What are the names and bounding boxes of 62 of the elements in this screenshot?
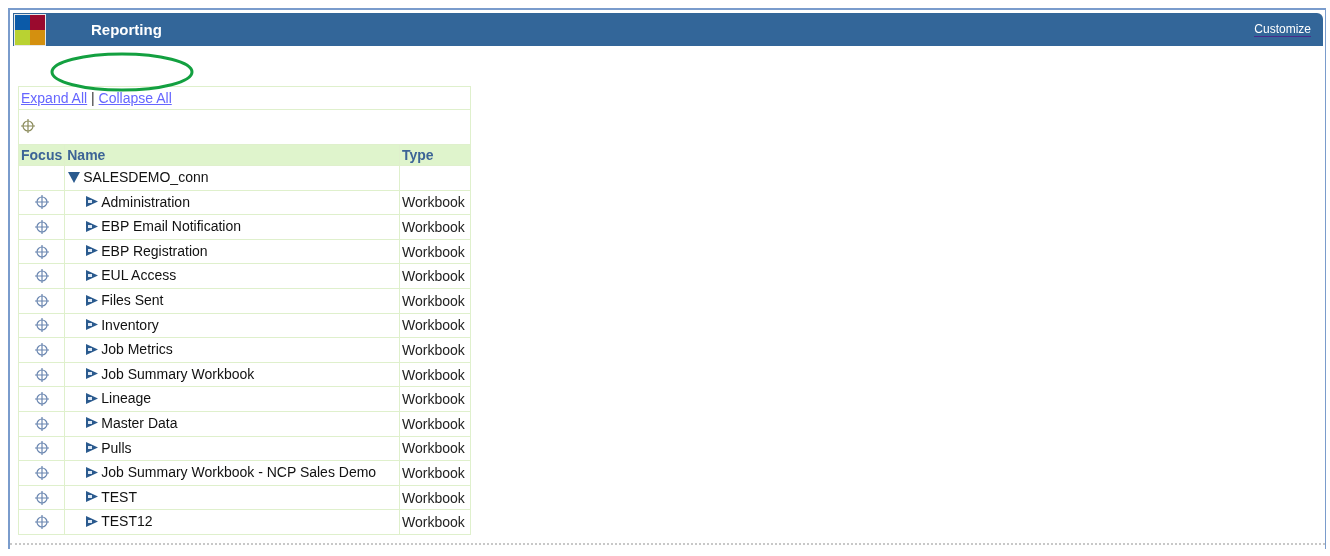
tree-item-name[interactable]: Pulls [101, 439, 132, 456]
tree-item-name[interactable]: Inventory [101, 316, 159, 333]
type-cell: Workbook [402, 268, 465, 285]
tree-item-name[interactable]: Master Data [101, 415, 178, 431]
focus-crosshair-icon[interactable] [34, 195, 49, 210]
type-cell: Workbook [402, 415, 465, 432]
customize-link[interactable]: Customize [1254, 22, 1311, 37]
focus-crosshair-icon[interactable] [34, 269, 49, 284]
tree-item-name[interactable]: Administration [101, 193, 190, 210]
collapsed-triangle-icon[interactable] [85, 391, 100, 405]
type-cell: Workbook [402, 317, 465, 334]
type-cell: Workbook [402, 292, 465, 309]
type-cell: Workbook [402, 341, 465, 358]
link-separator: | [91, 90, 95, 106]
focus-crosshair-icon[interactable] [34, 293, 49, 308]
page-title: Reporting [91, 21, 162, 38]
collapse-all-link[interactable]: Collapse All [98, 90, 172, 106]
focus-crosshair-icon[interactable] [34, 367, 49, 382]
collapsed-triangle-icon[interactable] [85, 514, 100, 528]
type-cell: Workbook [402, 243, 465, 260]
column-header: Name [64, 144, 400, 166]
collapsed-triangle-icon[interactable] [85, 416, 100, 430]
focus-crosshair-icon[interactable] [21, 118, 35, 133]
collapsed-triangle-icon[interactable] [85, 367, 100, 381]
collapsed-triangle-icon[interactable] [85, 244, 100, 258]
column-header: Focus [18, 144, 65, 166]
focus-crosshair-icon[interactable] [34, 244, 49, 259]
focus-crosshair-icon[interactable] [34, 220, 49, 234]
focus-crosshair-icon[interactable] [34, 515, 49, 530]
logo-icon [14, 13, 46, 46]
type-cell: Workbook [402, 440, 465, 457]
expanded-triangle-icon[interactable] [67, 170, 82, 184]
type-cell: Workbook [402, 391, 465, 408]
focus-crosshair-icon[interactable] [34, 342, 49, 357]
type-cell: Workbook [402, 514, 465, 531]
tree-item-name[interactable]: Files Sent [101, 292, 164, 308]
type-cell: Workbook [402, 219, 465, 235]
collapsed-triangle-icon[interactable] [85, 268, 100, 282]
focus-crosshair-icon[interactable] [34, 441, 49, 456]
focus-crosshair-icon[interactable] [34, 318, 49, 333]
collapsed-triangle-icon[interactable] [85, 293, 100, 307]
tree-item-name[interactable]: Lineage [101, 390, 152, 407]
focus-crosshair-icon[interactable] [34, 465, 49, 480]
tree-item-name[interactable]: Job Metrics [101, 341, 173, 358]
tree-item-name[interactable]: TEST12 [101, 513, 153, 530]
focus-crosshair-icon[interactable] [34, 490, 49, 505]
type-cell: Workbook [402, 194, 465, 211]
focus-crosshair-icon[interactable] [34, 416, 49, 431]
collapsed-triangle-icon[interactable] [85, 342, 100, 356]
type-cell: Workbook [402, 489, 465, 506]
tree-item-name[interactable]: TEST [101, 488, 137, 505]
type-cell: Workbook [402, 464, 465, 481]
collapsed-triangle-icon[interactable] [85, 465, 100, 479]
collapsed-triangle-icon[interactable] [85, 318, 100, 332]
collapsed-triangle-icon[interactable] [85, 490, 100, 504]
focus-crosshair-icon[interactable] [34, 392, 49, 407]
collapsed-triangle-icon[interactable] [85, 441, 100, 455]
collapsed-triangle-icon[interactable] [85, 219, 100, 233]
collapsed-triangle-icon[interactable] [85, 195, 100, 209]
type-cell: Workbook [402, 366, 465, 383]
tree-item-name[interactable]: EUL Access [101, 267, 177, 284]
expand-all-link[interactable]: Expand All [21, 90, 88, 106]
